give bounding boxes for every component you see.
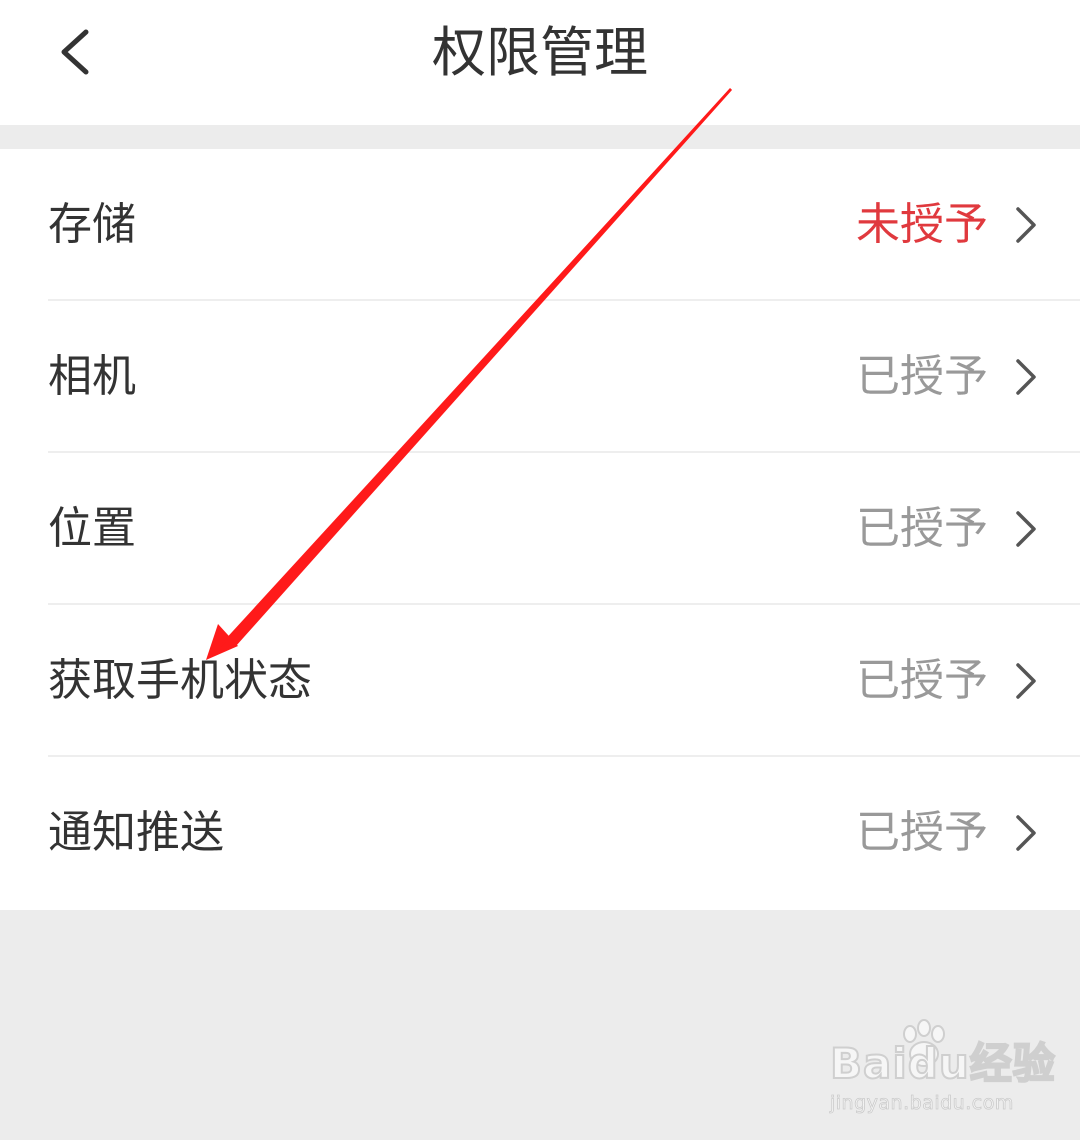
permission-label: 通知推送 [48, 807, 224, 858]
chevron-right-icon [1010, 205, 1040, 245]
page-title: 权限管理 [432, 21, 648, 84]
permission-label: 位置 [48, 503, 136, 554]
permission-status: 已授予 [856, 503, 988, 554]
permission-row-notifications[interactable]: 通知推送 已授予 [0, 757, 1080, 909]
chevron-right-icon [1010, 813, 1040, 853]
permission-label: 相机 [48, 351, 136, 402]
chevron-right-icon [1010, 357, 1040, 397]
permission-status: 已授予 [856, 655, 988, 706]
permission-label: 获取手机状态 [48, 655, 312, 706]
permission-status: 已授予 [856, 351, 988, 402]
permission-status: 已授予 [856, 807, 988, 858]
permission-row-camera[interactable]: 相机 已授予 [0, 301, 1080, 453]
permission-row-phone-state[interactable]: 获取手机状态 已授予 [0, 605, 1080, 757]
chevron-right-icon [1010, 661, 1040, 701]
watermark-url: jingyan.baidu.com [830, 1092, 1014, 1115]
permission-status: 未授予 [856, 199, 988, 250]
chevron-right-icon [1010, 509, 1040, 549]
top-bar: 权限管理 [0, 0, 1080, 125]
watermark: Baidu经验 jingyan.baidu.com [829, 1019, 1070, 1120]
watermark-logo: Baidu经验 [829, 1038, 1056, 1089]
permission-row-storage[interactable]: 存储 未授予 [0, 149, 1080, 301]
permission-label: 存储 [48, 199, 136, 250]
permission-list: 存储 未授予 相机 已授予 位置 已授予 获取手机状态 已授予 通知推送 已授予 [0, 149, 1080, 910]
permission-row-location[interactable]: 位置 已授予 [0, 453, 1080, 605]
